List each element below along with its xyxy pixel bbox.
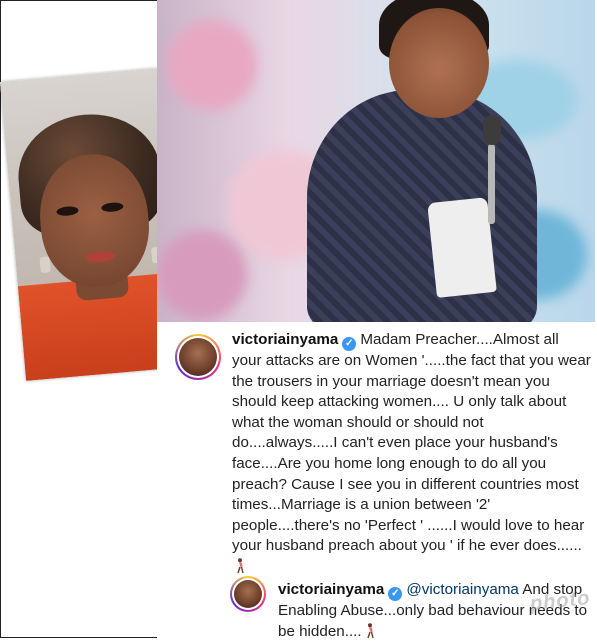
verified-badge-icon: ✓ bbox=[388, 587, 403, 601]
comment: victoriainyama ✓ Madam Preacher....Almost … bbox=[157, 322, 595, 574]
comment-body: Madam Preacher....Almost all your attack… bbox=[232, 331, 591, 555]
microphone-icon bbox=[483, 115, 501, 145]
mention-link[interactable]: @victoriainyama bbox=[406, 581, 518, 598]
selfie-photo bbox=[0, 68, 184, 381]
username[interactable]: victoriainyama bbox=[232, 331, 338, 348]
woman-walking-icon bbox=[366, 622, 374, 638]
preacher-photo bbox=[157, 0, 595, 322]
verified-badge-icon: ✓ bbox=[342, 337, 357, 351]
comment-text: victoriainyama ✓ Madam Preacher....Almost … bbox=[232, 330, 592, 578]
avatar[interactable] bbox=[175, 334, 221, 380]
username[interactable]: victoriainyama bbox=[278, 581, 384, 598]
avatar[interactable] bbox=[230, 576, 266, 612]
comments-panel: victoriainyama ✓ Madam Preacher....Almost … bbox=[157, 322, 595, 640]
